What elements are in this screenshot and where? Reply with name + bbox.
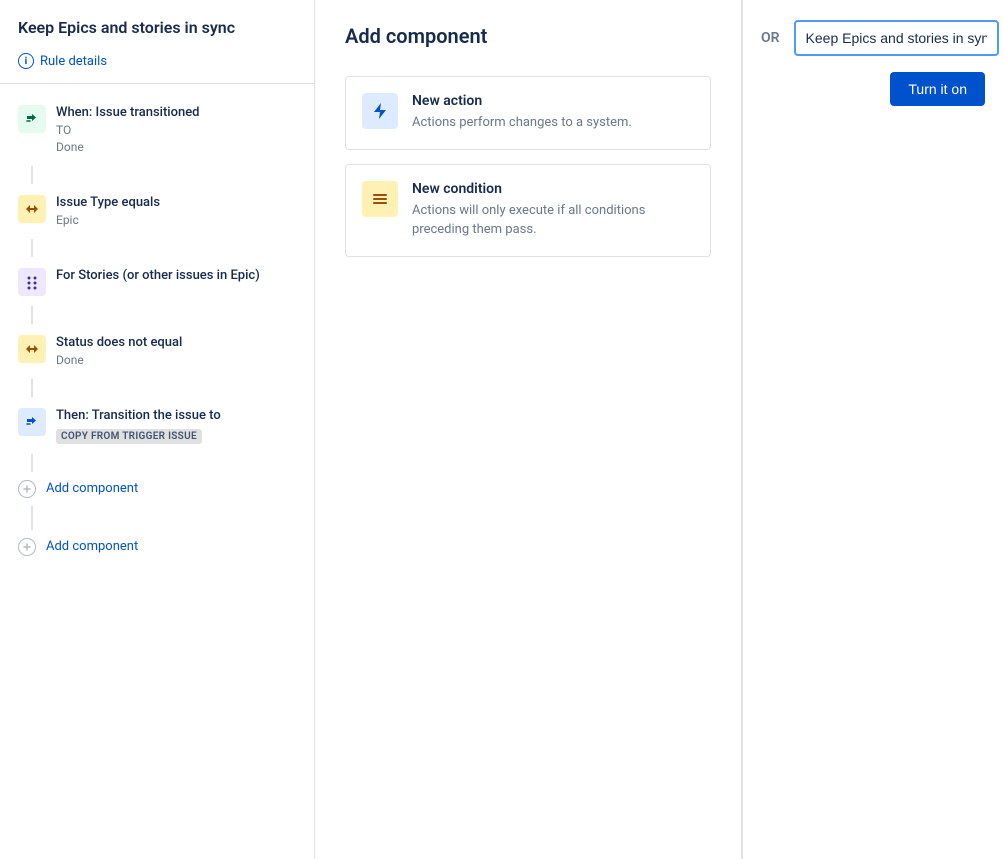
connector-5 (31, 454, 33, 472)
workflow-item-title: Issue Type equals (56, 194, 296, 212)
workflow-item-status[interactable]: Status does not equal Done (0, 324, 314, 379)
workflow-item-content: For Stories (or other issues in Epic) (56, 267, 296, 285)
add-component-row-2[interactable]: Add component (0, 530, 314, 564)
then-transition-icon (18, 408, 46, 436)
issue-type-icon (18, 195, 46, 223)
workflow-item-title: When: Issue transitioned (56, 104, 296, 122)
connector-6 (31, 506, 33, 530)
action-card-body: New action Actions perform changes to a … (412, 93, 632, 133)
condition-card-title: New condition (412, 181, 694, 197)
new-condition-card[interactable]: New condition Actions will only execute … (345, 164, 711, 257)
new-action-card[interactable]: New action Actions perform changes to a … (345, 76, 711, 150)
page-title: Keep Epics and stories in sync (0, 18, 314, 47)
workflow-item-when-transition[interactable]: When: Issue transitioned TO Done (0, 94, 314, 166)
or-label: OR (761, 30, 780, 46)
action-card-desc: Actions perform changes to a system. (412, 113, 632, 133)
workflow-item-issue-type[interactable]: Issue Type equals Epic (0, 184, 314, 239)
rule-name-input[interactable] (794, 20, 999, 56)
action-card-title: New action (412, 93, 632, 109)
workflow-item-sub1: TO (56, 122, 296, 139)
rule-details-row[interactable]: i Rule details (0, 47, 314, 84)
workflow-item-transition[interactable]: Then: Transition the issue to COPY FROM … (0, 397, 314, 454)
connector-2 (31, 239, 33, 257)
add-circle-2 (18, 538, 36, 556)
connector-3 (31, 306, 33, 324)
workflow-item-content: Then: Transition the issue to COPY FROM … (56, 407, 296, 444)
right-panel: OR Turn it on (743, 0, 1003, 859)
action-icon (362, 93, 398, 129)
workflow-item-title: For Stories (or other issues in Epic) (56, 267, 296, 285)
transition-icon (18, 105, 46, 133)
workflow-item-sub2: Done (56, 139, 296, 156)
workflow-list: When: Issue transitioned TO Done Issue T… (0, 84, 314, 574)
left-panel: Keep Epics and stories in sync i Rule de… (0, 0, 315, 859)
condition-icon (362, 181, 398, 217)
add-component-label-2: Add component (46, 539, 138, 554)
workflow-item-title: Then: Transition the issue to (56, 407, 296, 425)
workflow-item-content: When: Issue transitioned TO Done (56, 104, 296, 156)
right-top: OR (761, 20, 985, 56)
connector-4 (31, 379, 33, 397)
for-stories-icon (18, 268, 46, 296)
status-icon (18, 335, 46, 363)
workflow-item-title: Status does not equal (56, 334, 296, 352)
add-component-label-1: Add component (46, 481, 138, 496)
workflow-item-sub: Epic (56, 212, 296, 229)
workflow-item-sub: Done (56, 352, 296, 369)
center-panel: Add component New action Actions perform… (315, 0, 742, 859)
connector-1 (31, 166, 33, 184)
add-circle-1 (18, 480, 36, 498)
workflow-item-content: Issue Type equals Epic (56, 194, 296, 229)
workflow-item-content: Status does not equal Done (56, 334, 296, 369)
condition-card-desc: Actions will only execute if all conditi… (412, 201, 694, 240)
copy-from-trigger-badge: COPY FROM TRIGGER ISSUE (56, 429, 202, 444)
rule-details-label: Rule details (40, 54, 107, 69)
workflow-item-for-stories[interactable]: For Stories (or other issues in Epic) (0, 257, 314, 306)
info-icon: i (18, 53, 34, 69)
add-component-row-1[interactable]: Add component (0, 472, 314, 506)
center-panel-title: Add component (345, 24, 711, 48)
condition-card-body: New condition Actions will only execute … (412, 181, 694, 240)
turn-on-button[interactable]: Turn it on (890, 72, 985, 106)
